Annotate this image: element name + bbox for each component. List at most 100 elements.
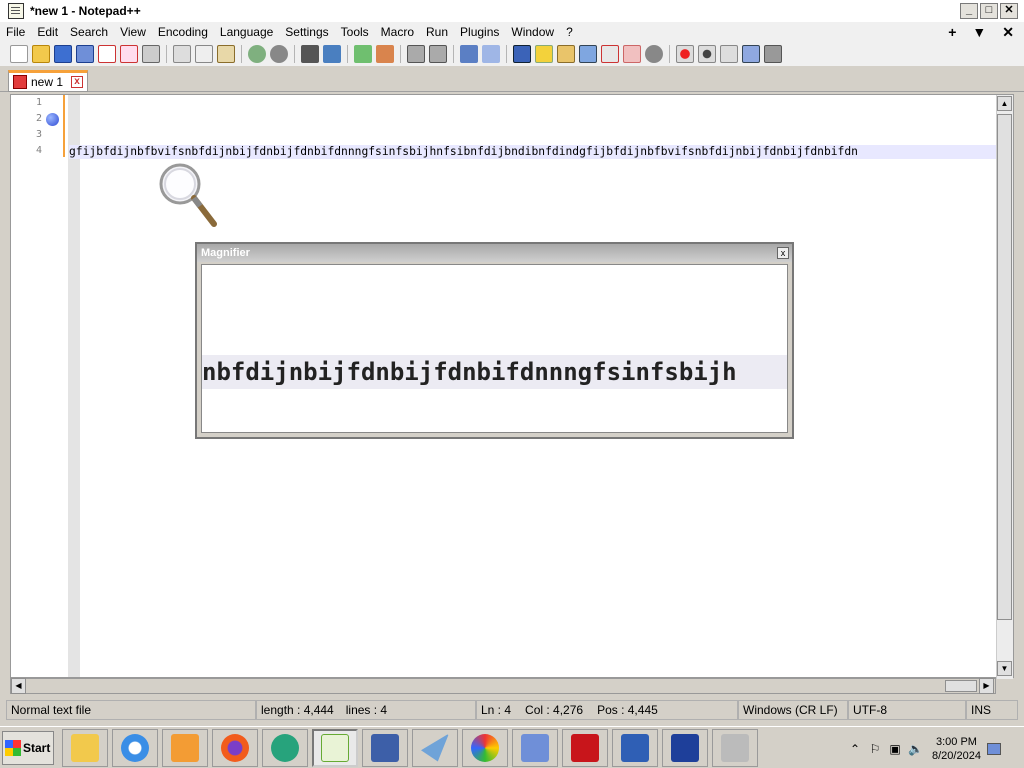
status-col: Col : 4,276 (525, 703, 584, 717)
magnifier-app-icon[interactable] (512, 728, 558, 767)
mail-icon[interactable] (412, 728, 458, 767)
find-icon[interactable] (301, 45, 319, 63)
toolbar-separator (669, 45, 670, 63)
tab-new-1[interactable]: new 1 x (8, 70, 88, 92)
status-bar: Normal text file length : 4,444 lines : … (6, 700, 1018, 720)
menu-window[interactable]: Window (505, 25, 560, 39)
list-tabs-icon[interactable]: ▼ (972, 24, 986, 41)
scroll-right-arrow-icon[interactable]: ▶ (979, 678, 994, 694)
menu-help[interactable]: ? (560, 25, 579, 39)
function-list-icon[interactable] (579, 45, 597, 63)
horizontal-scrollbar[interactable]: ◀ ▶ (10, 678, 996, 694)
calculator-icon[interactable] (362, 728, 408, 767)
doc-map-icon[interactable] (557, 45, 575, 63)
copy-icon[interactable] (195, 45, 213, 63)
menu-view[interactable]: View (114, 25, 152, 39)
volume-muted-icon[interactable]: 🔈 (908, 742, 923, 756)
remote-desktop-icon[interactable] (612, 728, 658, 767)
save-all-icon[interactable] (76, 45, 94, 63)
save-icon[interactable] (54, 45, 72, 63)
plus-icon[interactable]: + (948, 24, 956, 41)
cut-icon[interactable] (173, 45, 191, 63)
line-number: 1 (35, 97, 42, 108)
menu-search[interactable]: Search (64, 25, 114, 39)
play-icon[interactable] (720, 45, 738, 63)
line-number: 2 (35, 113, 42, 124)
menu-macro[interactable]: Macro (375, 25, 420, 39)
menu-file[interactable]: File (0, 25, 31, 39)
new-file-icon[interactable] (10, 45, 28, 63)
udl-icon[interactable] (535, 45, 553, 63)
maximize-button[interactable]: □ (980, 3, 998, 19)
zoom-out-icon[interactable] (376, 45, 394, 63)
notepadpp-icon[interactable] (312, 728, 358, 767)
zoom-in-icon[interactable] (354, 45, 372, 63)
status-position: Ln : 4 Col : 4,276 Pos : 4,445 (476, 700, 738, 720)
sync-v-icon[interactable] (407, 45, 425, 63)
window-title: *new 1 - Notepad++ (30, 4, 141, 18)
menu-plugins[interactable]: Plugins (454, 25, 505, 39)
redo-icon[interactable] (270, 45, 288, 63)
magnifier-window[interactable]: Magnifier x nbfdijnbijfdnbijfdnbifdnnngf… (195, 242, 794, 439)
record-macro-icon[interactable] (676, 45, 694, 63)
start-button[interactable]: Start (2, 730, 54, 765)
close-doc-icon[interactable]: ✕ (1002, 24, 1014, 41)
minimize-button[interactable]: _ (960, 3, 978, 19)
menu-encoding[interactable]: Encoding (152, 25, 214, 39)
action-center-flag-icon[interactable]: ⚐ (868, 742, 882, 756)
undo-icon[interactable] (248, 45, 266, 63)
scroll-left-arrow-icon[interactable]: ◀ (11, 678, 26, 694)
save-macro-icon[interactable] (764, 45, 782, 63)
internet-explorer-icon[interactable] (112, 728, 158, 767)
menu-run[interactable]: Run (420, 25, 454, 39)
folder-workspace-icon[interactable] (601, 45, 619, 63)
tab-close-icon[interactable]: x (71, 76, 84, 88)
vertical-scrollbar[interactable]: ▲ ▼ (996, 95, 1013, 679)
fold-margin (68, 95, 80, 677)
close-button[interactable]: ✕ (1000, 3, 1018, 19)
bookmark-icon[interactable] (46, 113, 59, 126)
chat-icon[interactable] (262, 728, 308, 767)
play-multi-icon[interactable] (742, 45, 760, 63)
scroll-up-arrow-icon[interactable]: ▲ (997, 96, 1012, 111)
wrap-icon[interactable] (460, 45, 478, 63)
stop-icon[interactable] (698, 45, 716, 63)
horizontal-scroll-thumb[interactable] (945, 680, 977, 692)
clock[interactable]: 3:00 PM 8/20/2024 (932, 735, 981, 763)
toolbar-separator (294, 45, 295, 63)
close-icon[interactable] (98, 45, 116, 63)
menu-tools[interactable]: Tools (335, 25, 375, 39)
indent-guide-icon[interactable] (513, 45, 531, 63)
paste-icon[interactable] (217, 45, 235, 63)
magnifier-close-button[interactable]: x (777, 247, 789, 259)
menu-edit[interactable]: Edit (31, 25, 64, 39)
close-all-icon[interactable] (120, 45, 138, 63)
monitor-icon[interactable] (623, 45, 641, 63)
open-file-icon[interactable] (32, 45, 50, 63)
visual-studio-icon[interactable] (662, 728, 708, 767)
tray-chevron-icon[interactable]: ⌃ (848, 742, 862, 756)
show-desktop-icon[interactable] (986, 743, 1001, 755)
acrobat-icon[interactable] (562, 728, 608, 767)
replace-icon[interactable] (323, 45, 341, 63)
menu-settings[interactable]: Settings (279, 25, 334, 39)
explorer-icon[interactable] (62, 728, 108, 767)
paint-icon[interactable] (462, 728, 508, 767)
menu-bar: File Edit Search View Encoding Language … (0, 22, 1024, 42)
code-line-4[interactable]: gfijbfdijnbfbvifsnbfdijnbijfdnbijfdnbifd… (69, 145, 999, 159)
line-number: 3 (35, 129, 42, 140)
record-icon[interactable] (645, 45, 663, 63)
print-icon[interactable] (142, 45, 160, 63)
printer-icon[interactable] (712, 728, 758, 767)
menu-language[interactable]: Language (214, 25, 279, 39)
sync-h-icon[interactable] (429, 45, 447, 63)
scroll-thumb[interactable] (997, 114, 1012, 620)
network-icon[interactable]: ▣ (888, 742, 902, 756)
scroll-down-arrow-icon[interactable]: ▼ (997, 661, 1012, 676)
title-bar: *new 1 - Notepad++ _ □ ✕ (0, 0, 1024, 22)
tab-label: new 1 (31, 75, 64, 89)
magnifier-cursor-icon (159, 163, 217, 227)
all-chars-icon[interactable] (482, 45, 500, 63)
firefox-icon[interactable] (212, 728, 258, 767)
media-player-icon[interactable] (162, 728, 208, 767)
